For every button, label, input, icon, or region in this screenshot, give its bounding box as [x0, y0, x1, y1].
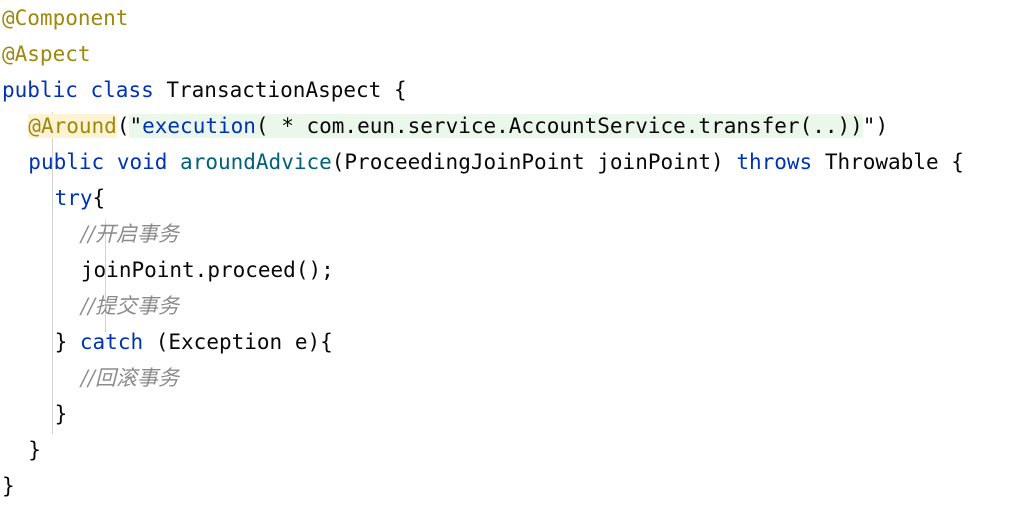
- code-token-keyword: catch: [79, 330, 144, 354]
- code-token-annotation: @Around: [28, 114, 117, 138]
- code-token-plain: {: [92, 186, 106, 210]
- code-line[interactable]: }: [0, 468, 1021, 504]
- code-line[interactable]: } catch (Exception e){: [0, 324, 1021, 360]
- code-token-plain: ": [129, 114, 143, 138]
- code-line[interactable]: //开启事务: [0, 216, 1021, 252]
- code-token-plain: }: [54, 330, 80, 354]
- code-token-plain: joinPoint.proceed();: [80, 258, 334, 282]
- code-token-plain: }: [28, 438, 41, 462]
- code-editor-pane[interactable]: @Component @Aspect public class Transactio…: [0, 0, 1021, 505]
- code-token-plain: (Exception e){: [143, 330, 333, 354]
- code-token-plain: }: [2, 474, 15, 498]
- code-token-plain: (: [116, 114, 130, 138]
- code-line[interactable]: public class TransactionAspect {: [0, 72, 1021, 108]
- code-token-keyword: public: [2, 78, 78, 102]
- code-token-annotation: @Aspect: [2, 42, 91, 66]
- code-line[interactable]: joinPoint.proceed();: [0, 252, 1021, 288]
- code-line[interactable]: @Around("execution( * com.eun.service.Ac…: [0, 108, 1021, 144]
- code-line[interactable]: //回滚事务: [0, 360, 1021, 396]
- code-token-keyword: void: [116, 150, 168, 174]
- code-token-plain: TransactionAspect {: [153, 78, 407, 102]
- code-line[interactable]: }: [0, 432, 1021, 468]
- code-token-comment: //回滚事务: [80, 366, 180, 390]
- code-line[interactable]: try{: [0, 180, 1021, 216]
- code-line[interactable]: }: [0, 396, 1021, 432]
- code-block: @Component @Aspect public class Transactio…: [0, 0, 1021, 504]
- code-token-keyword: try: [54, 186, 93, 210]
- code-token-plain: (ProceedingJoinPoint joinPoint): [331, 150, 737, 174]
- code-token-plain: ( * com.eun.service.AccountService.trans…: [255, 114, 863, 138]
- code-token-plain: "): [862, 114, 889, 138]
- code-token-method: aroundAdvice: [180, 150, 332, 174]
- code-token-keyword: throws: [736, 150, 813, 174]
- code-token-plain: Throwable {: [812, 150, 964, 174]
- code-token-keyword: public: [28, 150, 105, 174]
- code-token-keyword: class: [90, 78, 154, 102]
- code-line[interactable]: //提交事务: [0, 288, 1021, 324]
- code-token-plain: }: [54, 402, 68, 426]
- code-token-keyword: execution: [142, 114, 256, 138]
- code-token-annotation: @Component: [2, 6, 129, 30]
- code-line[interactable]: @Component: [0, 0, 1021, 36]
- code-token-comment: //提交事务: [80, 294, 180, 318]
- code-line[interactable]: @Aspect: [0, 36, 1021, 72]
- code-token-comment: //开启事务: [80, 222, 180, 246]
- code-line[interactable]: public void aroundAdvice(ProceedingJoinP…: [0, 144, 1021, 180]
